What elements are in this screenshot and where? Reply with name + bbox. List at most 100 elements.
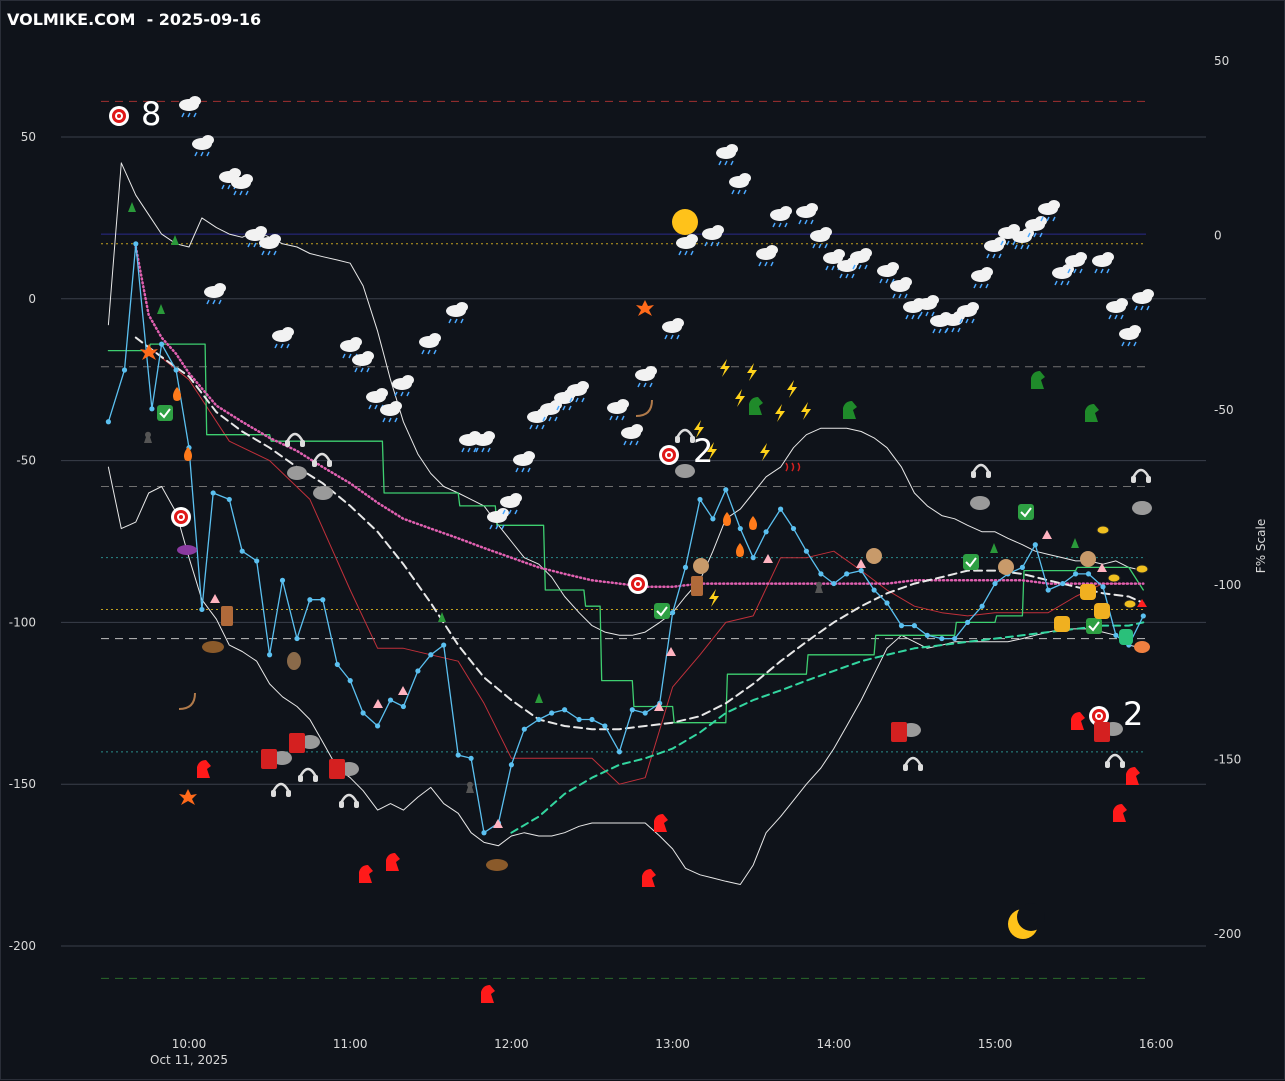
explosion-icon <box>179 789 197 805</box>
cloud-icon <box>729 173 751 195</box>
cloud-icon <box>702 225 724 247</box>
rain-drop <box>221 184 225 190</box>
rain-drop <box>1100 268 1104 274</box>
cloud-icon <box>192 135 214 157</box>
cloud-shape <box>362 351 374 361</box>
rain-drop <box>621 415 625 421</box>
horse-icon <box>197 760 211 778</box>
tree-marker <box>990 543 998 553</box>
rain-drop <box>460 318 464 324</box>
rain-drop <box>784 222 788 228</box>
cloud-shape <box>860 248 872 258</box>
rain-drop <box>1133 341 1137 347</box>
price-point <box>682 564 689 570</box>
price-point <box>1032 542 1038 548</box>
cloud-icon <box>621 424 643 446</box>
tree-marker <box>157 304 165 314</box>
price-point <box>939 635 945 642</box>
rain-drop <box>253 242 257 248</box>
rain-drop <box>770 261 774 267</box>
pawn-icon <box>144 431 152 443</box>
price-point <box>992 580 998 587</box>
x-tick-label: 14:00 <box>817 1037 852 1051</box>
price-point <box>347 678 353 684</box>
rain-drop <box>931 311 935 317</box>
target-ring <box>636 582 640 586</box>
horse-icon <box>1031 371 1045 389</box>
fire-icon <box>723 512 731 526</box>
cloud-shape <box>402 375 414 385</box>
price-point <box>1073 571 1079 577</box>
price-point <box>210 490 216 496</box>
headphones-cup <box>1146 476 1151 483</box>
rain-drop <box>1108 314 1112 320</box>
red-box-icon <box>1094 722 1110 742</box>
target-icon <box>628 574 648 594</box>
rain-drop <box>879 278 883 284</box>
rain-drop <box>635 440 639 446</box>
price-point <box>239 548 245 554</box>
x-tick-label: 12:00 <box>494 1037 529 1051</box>
checkmark-box <box>654 603 670 619</box>
cloud-shape <box>390 401 402 411</box>
cloud-icon <box>1106 298 1128 320</box>
price-point <box>670 610 676 616</box>
bee-icon <box>1135 564 1149 574</box>
rain-drop <box>905 314 909 320</box>
rain-drop <box>286 343 290 349</box>
rain-drop <box>495 524 499 530</box>
rain-drop <box>1094 268 1098 274</box>
rain-drop <box>1079 268 1083 274</box>
hand-icon <box>998 559 1014 575</box>
rain-drop <box>467 447 471 453</box>
target-icon <box>171 507 191 527</box>
rain-drop <box>810 219 814 225</box>
rain-drop <box>1066 280 1070 286</box>
rain-drop <box>1127 341 1131 347</box>
headphones-cup <box>1105 761 1110 768</box>
rain-drop <box>348 353 352 359</box>
cloud-icon <box>272 327 294 349</box>
lightning-icon <box>775 404 785 422</box>
cloud-shape <box>967 302 979 312</box>
rain-drop <box>273 250 277 256</box>
price-point <box>387 697 394 703</box>
rain-drop <box>218 299 222 305</box>
x-tick-label: 16:00 <box>1139 1037 1174 1051</box>
price-point <box>629 707 635 713</box>
rain-drop <box>839 273 843 279</box>
headphones-cup <box>1131 476 1136 483</box>
rain-drop <box>704 241 708 247</box>
cloud-shape <box>887 262 899 272</box>
tree-marker <box>171 235 179 245</box>
rain-drop <box>831 265 835 271</box>
triangle-marker <box>493 819 503 828</box>
rain-drop <box>684 250 688 256</box>
cloud-shape <box>255 226 267 236</box>
checkmark-box <box>963 554 979 570</box>
rain-drop <box>521 467 525 473</box>
series-line-red_line <box>148 346 1130 785</box>
tree-marker <box>1071 538 1079 548</box>
cloud-icon <box>716 144 738 166</box>
rain-drop <box>568 405 572 411</box>
headphones-icon <box>285 432 305 447</box>
rain-drop <box>181 112 185 118</box>
rain-drop <box>678 250 682 256</box>
rain-drop <box>957 327 961 333</box>
rain-drop <box>904 293 908 299</box>
cloud-shape <box>1075 252 1087 262</box>
cloud-icon <box>392 375 414 397</box>
price-point <box>105 419 111 425</box>
cloud-icon <box>877 262 899 284</box>
series-line-band_lower <box>107 466 1144 885</box>
elephant-icon <box>675 464 695 478</box>
headphones-icon <box>339 793 359 808</box>
triangle-marker <box>763 554 773 563</box>
rain-drop <box>206 151 210 157</box>
price-point <box>602 723 608 729</box>
cloud-shape <box>429 333 441 343</box>
cloud-icon <box>380 401 402 423</box>
target-icon <box>109 106 129 126</box>
cloud-shape <box>780 206 792 216</box>
